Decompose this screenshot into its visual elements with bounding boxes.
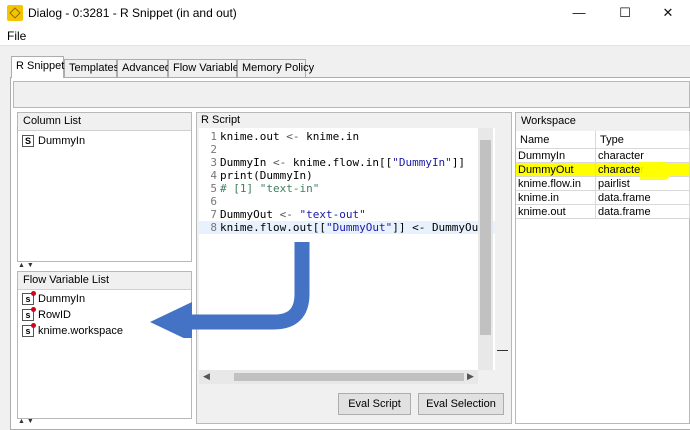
workspace-col-name[interactable]: Name — [516, 131, 596, 149]
maximize-icon[interactable]: ☐ — [603, 0, 647, 26]
tab-flow-variables[interactable]: Flow Variables — [168, 59, 244, 77]
close-icon[interactable]: ✕ — [646, 0, 690, 26]
scroll-left-icon[interactable]: ◀ — [203, 371, 210, 382]
flow-variable-name: knime.workspace — [38, 325, 123, 337]
annotation-arrow-icon — [150, 242, 310, 338]
workspace-row-name[interactable]: knime.in — [516, 191, 596, 205]
editor-vscroll-thumb[interactable] — [480, 140, 491, 335]
highlight-marker — [640, 162, 672, 180]
column-list-panel: Column List S DummyIn — [17, 112, 192, 262]
flow-variable-string-icon: s — [22, 307, 36, 322]
workspace-row-name[interactable]: DummyIn — [516, 149, 596, 163]
tab-templates[interactable]: Templates — [64, 59, 119, 77]
tab-memory-policy[interactable]: Memory Policy — [237, 59, 314, 77]
workspace-row-type[interactable]: data.frame — [596, 205, 690, 219]
workspace-title: Workspace — [516, 113, 689, 132]
code-line: 4 print(DummyIn) — [210, 169, 313, 182]
tab-advanced[interactable]: Advanced — [117, 59, 171, 77]
tab-r-snippet[interactable]: R Snippet — [11, 56, 64, 78]
knime-app-icon — [7, 5, 23, 21]
code-line: 5 # [1] "text-in" — [210, 182, 320, 195]
workspace-table: DummyIn character DummyOut character kni… — [516, 149, 690, 219]
workspace-col-type[interactable]: Type — [596, 131, 690, 149]
code-line: 6 — [210, 195, 217, 208]
eval-selection-button[interactable]: Eval Selection — [418, 393, 504, 415]
toolbar-area — [13, 81, 690, 108]
workspace-row-name[interactable]: knime.flow.in — [516, 177, 596, 191]
column-list-splitter[interactable]: ▲▼ — [18, 262, 36, 269]
workspace-row-type[interactable]: data.frame — [596, 191, 690, 205]
window-title: Dialog - 0:3281 - R Snippet (in and out) — [28, 6, 237, 20]
minimize-icon[interactable]: — — [557, 0, 601, 26]
r-script-title: R Script — [201, 114, 241, 126]
workspace-header: Name Type — [516, 131, 690, 149]
editor-hscroll-thumb[interactable] — [234, 373, 464, 381]
flow-variable-splitter[interactable]: ▲▼ — [18, 418, 36, 425]
workspace-row-name-highlighted[interactable]: DummyOut — [516, 163, 596, 177]
column-name: DummyIn — [38, 135, 86, 147]
column-list-title: Column List — [18, 113, 191, 131]
menu-file[interactable]: File — [7, 29, 26, 43]
code-line-current: 8 knime.flow.out[["DummyOut"]] <- DummyOu… — [199, 221, 495, 234]
flow-variable-name: DummyIn — [38, 293, 86, 305]
panel-splitter-handle[interactable] — [497, 350, 508, 351]
code-line: 1 knime.out <- knime.in — [210, 130, 360, 143]
flow-variable-string-icon: s — [22, 323, 36, 338]
workspace-row-name[interactable]: knime.out — [516, 205, 596, 219]
eval-script-button[interactable]: Eval Script — [338, 393, 411, 415]
code-line: 3 DummyIn <- knime.flow.in[["DummyIn"]] — [210, 156, 466, 169]
scroll-right-icon[interactable]: ▶ — [467, 371, 474, 382]
code-line: 7 DummyOut <- "text-out" — [210, 208, 366, 221]
code-line: 2 — [210, 143, 217, 156]
menu-bar — [0, 26, 690, 46]
column-list-item[interactable]: S DummyIn — [18, 133, 191, 149]
flow-variable-name: RowID — [38, 309, 72, 321]
column-string-icon: S — [22, 135, 34, 148]
flow-variable-string-icon: s — [22, 291, 36, 306]
workspace-row-type[interactable]: character — [596, 149, 690, 163]
